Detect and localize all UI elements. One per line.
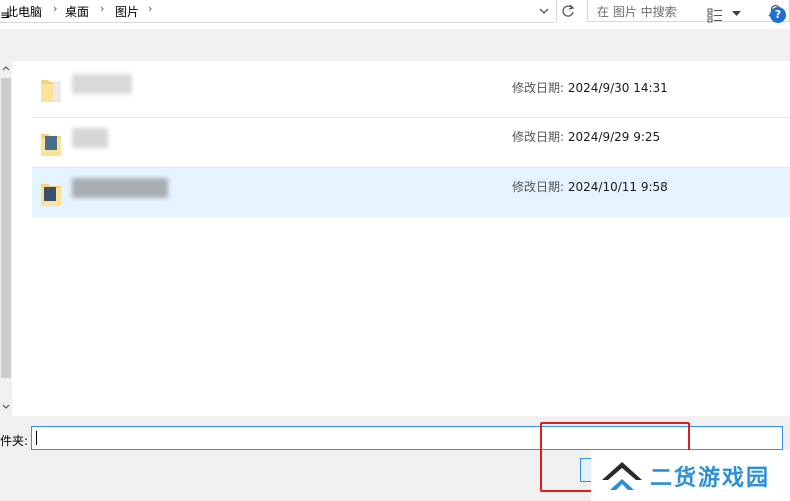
refresh-icon: [562, 4, 575, 17]
breadcrumb-separator: ›: [148, 2, 153, 15]
file-modified-date: 修改日期: 2024/9/29 9:25: [512, 130, 661, 144]
folder-icon: [41, 80, 61, 102]
breadcrumb-pictures[interactable]: 图片: [115, 3, 139, 20]
file-name-blurred: [72, 128, 108, 148]
breadcrumb-separator: ›: [53, 2, 58, 15]
search-box[interactable]: 在 图片 中搜索: [587, 0, 790, 22]
scroll-up-icon[interactable]: [0, 63, 12, 75]
scrollbar-thumb[interactable]: [1, 78, 11, 378]
file-modified-date: 修改日期: 2024/9/30 14:31: [512, 81, 668, 95]
watermark-logo-icon: [602, 462, 642, 490]
file-row[interactable]: 修改日期: 2024/9/29 9:25: [32, 118, 790, 167]
file-row-selected[interactable]: 修改日期: 2024/10/11 9:58: [32, 168, 790, 217]
file-row[interactable]: 修改日期: 2024/9/30 14:31: [32, 64, 790, 113]
scroll-down-icon[interactable]: [0, 400, 12, 412]
toolbar-partial-label[interactable]: ≡: [0, 8, 10, 22]
folder-label: 件夹:: [0, 434, 29, 448]
breadcrumb-separator: ›: [100, 2, 105, 15]
refresh-button[interactable]: [556, 0, 579, 22]
folder-icon: [41, 134, 61, 156]
address-bar[interactable]: 此电脑 › 桌面 › 图片 ›: [0, 0, 555, 23]
file-name-blurred: [72, 74, 132, 94]
file-name-blurred: [72, 178, 168, 198]
chevron-down-icon[interactable]: [538, 4, 550, 18]
search-input[interactable]: 在 图片 中搜索: [597, 3, 677, 20]
folder-icon: [41, 184, 61, 206]
help-icon[interactable]: ?: [770, 7, 786, 23]
file-modified-date: 修改日期: 2024/10/11 9:58: [512, 180, 668, 194]
view-options-icon[interactable]: [707, 7, 723, 23]
breadcrumb-this-pc[interactable]: 此电脑: [6, 3, 42, 20]
breadcrumb-desktop[interactable]: 桌面: [65, 3, 89, 20]
text-caret: [36, 431, 37, 445]
toolbar: [0, 29, 790, 61]
caret-down-icon[interactable]: [732, 11, 741, 17]
watermark-text: 二货游戏园: [650, 466, 771, 491]
